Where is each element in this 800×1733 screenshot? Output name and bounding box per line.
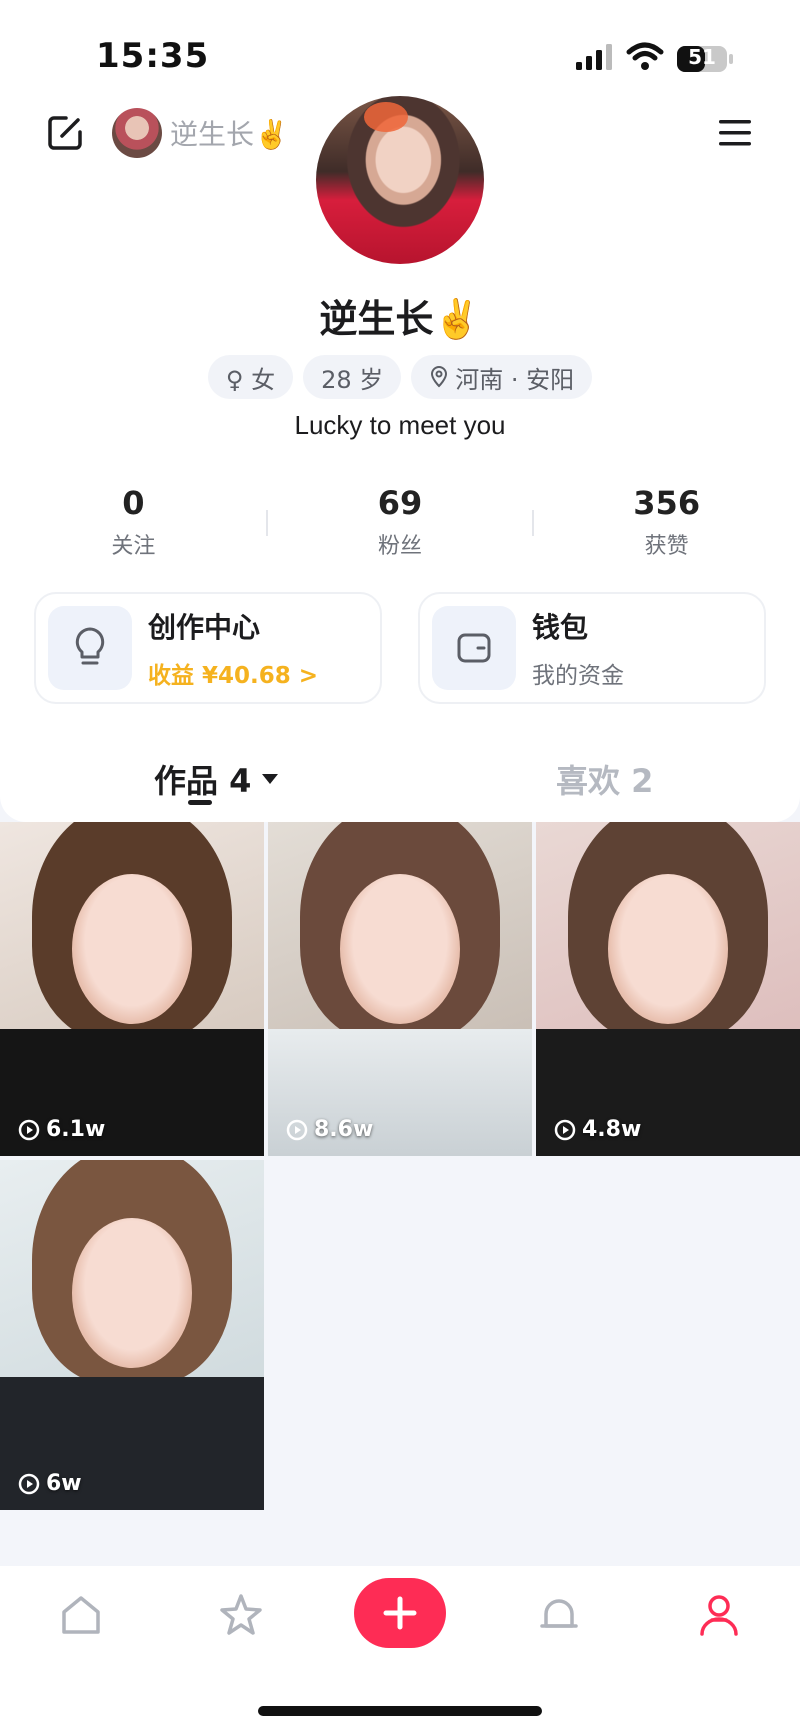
likes-count: 356	[633, 484, 701, 522]
stat-divider	[265, 510, 268, 536]
tab-likes[interactable]: 喜欢 2	[556, 756, 653, 802]
home-icon[interactable]	[56, 1590, 106, 1640]
video-thumbnail[interactable]: 4.8w	[536, 822, 800, 1156]
battery-level: 51	[688, 45, 716, 69]
view-count: 4.8w	[554, 1117, 641, 1142]
video-thumbnail[interactable]: 6w	[0, 1160, 264, 1510]
followers-count: 69	[377, 484, 423, 522]
age-label: 28 岁	[321, 365, 384, 394]
creator-center-card[interactable]: 创作中心 收益 ¥40.68 >	[34, 592, 382, 704]
view-count-label: 4.8w	[582, 1117, 642, 1142]
profile-name: 逆生长✌️	[319, 297, 481, 341]
wifi-icon	[626, 42, 664, 70]
status-time: 15:35	[96, 36, 210, 76]
view-count: 6.1w	[18, 1117, 105, 1142]
location-pin-icon	[431, 365, 448, 388]
wallet-icon	[432, 606, 516, 690]
play-icon	[18, 1473, 40, 1494]
wallet-card[interactable]: 钱包 我的资金	[418, 592, 766, 704]
age-tag: 28 岁	[303, 355, 402, 399]
create-post-button[interactable]	[354, 1578, 446, 1648]
gender-tag: ♀ 女	[207, 355, 294, 399]
following-label: 关注	[111, 534, 156, 559]
edit-profile-icon[interactable]	[42, 110, 88, 156]
profile-bio: Lucky to meet you	[294, 410, 506, 440]
tab-active-indicator	[188, 800, 212, 805]
tab-works[interactable]: 作品 4	[154, 756, 279, 802]
lightbulb-icon	[48, 606, 132, 690]
profile-avatar[interactable]	[316, 96, 484, 264]
profile-stats: 0 关注 69 粉丝 356 获赞	[0, 484, 800, 560]
view-count: 6w	[18, 1471, 82, 1496]
creator-center-title: 创作中心	[148, 611, 261, 644]
gender-label: ♀ 女	[225, 365, 276, 394]
mini-username: 逆生长✌️	[170, 118, 289, 151]
home-indicator	[258, 1706, 542, 1716]
caret-down-icon	[262, 774, 279, 784]
stat-likes[interactable]: 356 获赞	[532, 484, 800, 560]
likes-label: 获赞	[644, 534, 689, 559]
bell-icon[interactable]	[534, 1590, 584, 1640]
stat-followers[interactable]: 69 粉丝	[265, 484, 534, 560]
following-count: 0	[122, 484, 145, 522]
view-count: 8.6w	[286, 1117, 373, 1142]
profile-icon[interactable]	[694, 1590, 744, 1640]
tab-works-label: 作品 4	[154, 762, 252, 800]
header-mini-profile[interactable]: 逆生长✌️	[112, 108, 289, 158]
plus-icon	[383, 1596, 417, 1630]
location-label: 河南 · 安阳	[455, 365, 575, 394]
location-tag: 河南 · 安阳	[411, 355, 593, 399]
wallet-subtitle: 我的资金	[532, 663, 624, 689]
video-thumbnail[interactable]: 6.1w	[0, 822, 264, 1156]
stat-following[interactable]: 0 关注	[0, 484, 267, 560]
view-count-label: 6w	[46, 1471, 82, 1496]
menu-icon[interactable]	[716, 116, 754, 150]
video-thumbnail[interactable]: 8.6w	[268, 822, 532, 1156]
followers-label: 粉丝	[378, 534, 423, 559]
mini-avatar	[112, 108, 162, 158]
star-icon[interactable]	[216, 1590, 266, 1640]
play-icon	[286, 1119, 308, 1140]
profile-tags: ♀ 女 28 岁 河南 · 安阳	[0, 355, 800, 399]
stat-divider	[532, 510, 535, 536]
view-count-label: 6.1w	[46, 1117, 106, 1142]
view-count-label: 8.6w	[314, 1117, 374, 1142]
signal-icon	[576, 44, 612, 70]
earnings-label: 收益 ¥40.68 >	[148, 663, 319, 689]
play-icon	[554, 1119, 576, 1140]
play-icon	[18, 1119, 40, 1140]
wallet-title: 钱包	[532, 611, 589, 644]
battery-icon: 51	[676, 44, 736, 74]
